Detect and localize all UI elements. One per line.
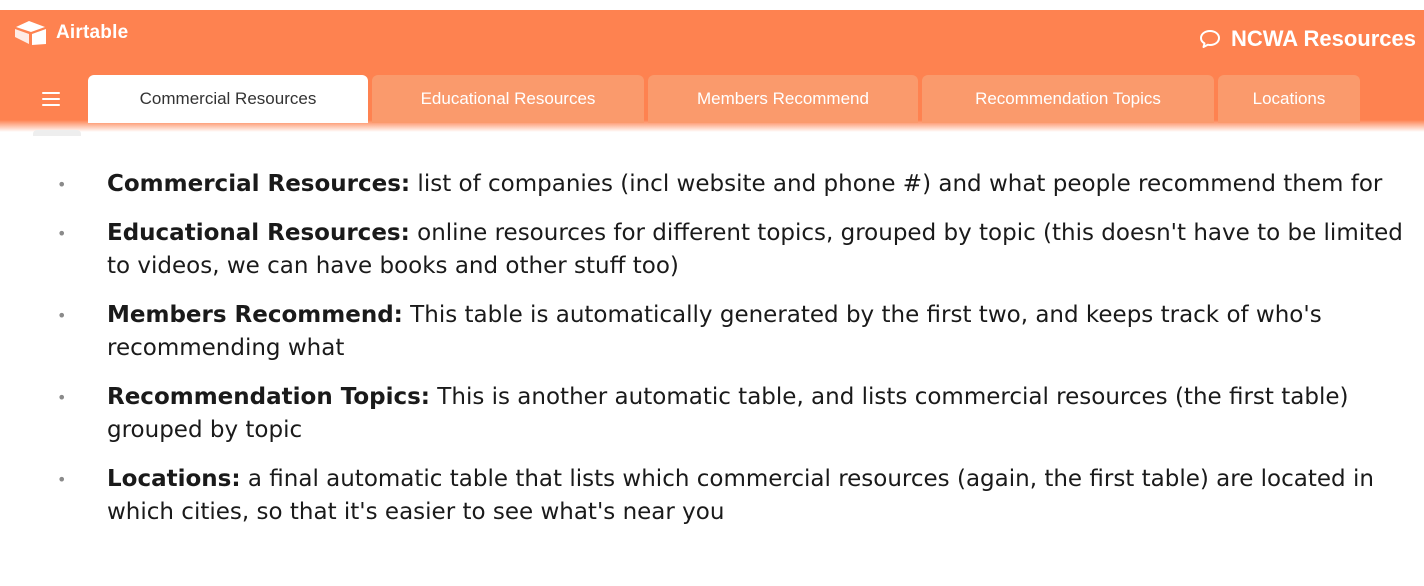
logo-text: Airtable	[56, 22, 129, 43]
bullet-icon: •	[57, 306, 67, 325]
item-term: Educational Resources:	[107, 220, 410, 246]
list-item: • Members Recommend: This table is autom…	[0, 299, 1424, 365]
airtable-logo[interactable]: Airtable	[14, 19, 128, 47]
view-tab-stub	[33, 130, 81, 136]
bullet-icon: •	[57, 224, 67, 243]
bullet-icon: •	[57, 470, 67, 489]
tab-commercial-resources[interactable]: Commercial Resources	[88, 75, 368, 123]
base-name: NCWA Resources	[1230, 26, 1416, 51]
airtable-logo-icon	[15, 21, 46, 45]
list-item: • Locations: a final automatic table tha…	[0, 463, 1424, 529]
table-description-list: • Commercial Resources: list of companie…	[0, 168, 1424, 545]
tab-members-recommend[interactable]: Members Recommend	[648, 75, 918, 123]
item-term: Members Recommend:	[107, 302, 403, 328]
chat-bubble-icon	[1199, 30, 1220, 48]
item-text: a final automatic table that lists which…	[107, 466, 1374, 525]
item-term: Recommendation Topics:	[107, 384, 430, 410]
item-term: Commercial Resources:	[107, 171, 411, 197]
tab-locations[interactable]: Locations	[1218, 75, 1360, 123]
list-item: • Commercial Resources: list of companie…	[0, 168, 1424, 201]
bullet-icon: •	[57, 175, 67, 194]
bullet-icon: •	[57, 388, 67, 407]
tab-recommendation-topics[interactable]: Recommendation Topics	[922, 75, 1214, 123]
base-title[interactable]: NCWA Resources	[1199, 26, 1416, 52]
list-item: • Recommendation Topics: This is another…	[0, 381, 1424, 447]
hamburger-menu-icon[interactable]	[42, 92, 60, 106]
item-text: list of companies (incl website and phon…	[410, 171, 1383, 197]
list-item: • Educational Resources: online resource…	[0, 217, 1424, 283]
item-term: Locations:	[107, 466, 241, 492]
tab-educational-resources[interactable]: Educational Resources	[372, 75, 644, 123]
